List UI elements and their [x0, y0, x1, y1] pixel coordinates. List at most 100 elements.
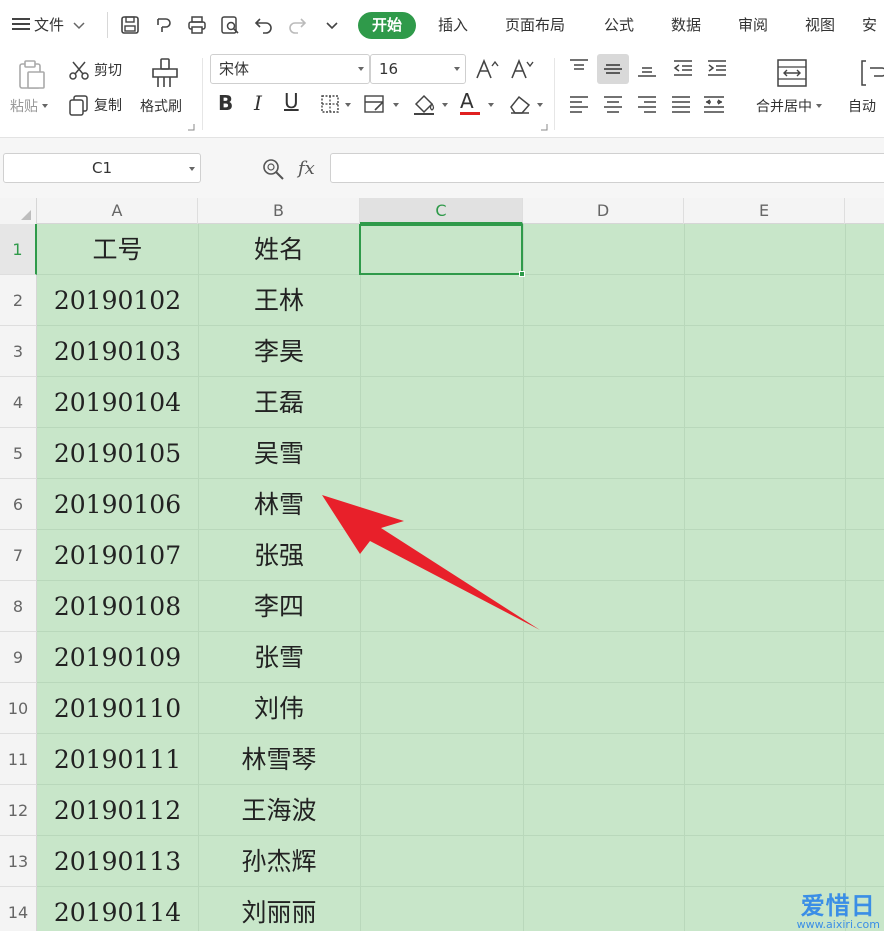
wrap-text-icon[interactable]: [858, 58, 884, 88]
cell-b4[interactable]: 王磊: [198, 377, 360, 428]
align-top-icon[interactable]: [568, 58, 590, 78]
cell-b5[interactable]: 吴雪: [198, 428, 360, 479]
cell-b11[interactable]: 林雪琴: [198, 734, 360, 785]
cell-b13[interactable]: 孙杰辉: [198, 836, 360, 887]
cell-a12[interactable]: 20190112: [37, 785, 198, 836]
cell-b9[interactable]: 张雪: [198, 632, 360, 683]
format-painter-button[interactable]: 格式刷: [140, 98, 182, 116]
cell-a8[interactable]: 20190108: [37, 581, 198, 632]
tab-page-layout[interactable]: 页面布局: [505, 15, 565, 35]
chevron-down-icon[interactable]: [442, 103, 448, 107]
row-header-12[interactable]: 12: [0, 785, 37, 836]
paste-icon[interactable]: [15, 58, 47, 90]
align-center-icon[interactable]: [602, 94, 624, 114]
insert-function-button[interactable]: fx: [298, 158, 315, 179]
align-right-icon[interactable]: [636, 94, 658, 114]
fill-color-icon[interactable]: [412, 92, 438, 116]
row-header-2[interactable]: 2: [0, 275, 37, 326]
cell-b14[interactable]: 刘丽丽: [198, 887, 360, 931]
row-header-4[interactable]: 4: [0, 377, 37, 428]
row-header-6[interactable]: 6: [0, 479, 37, 530]
tab-start[interactable]: 开始: [358, 12, 416, 39]
dialog-launcher-icon[interactable]: [188, 124, 195, 131]
save-icon[interactable]: [120, 15, 140, 35]
undo-icon[interactable]: [254, 15, 274, 35]
increase-font-size-icon[interactable]: [475, 58, 499, 80]
tab-data[interactable]: 数据: [671, 15, 701, 35]
copy-button[interactable]: 复制: [94, 97, 122, 115]
row-header-5[interactable]: 5: [0, 428, 37, 479]
tab-insert[interactable]: 插入: [438, 15, 468, 35]
cell-b10[interactable]: 刘伟: [198, 683, 360, 734]
font-color-button[interactable]: A: [460, 90, 480, 115]
column-header-b[interactable]: B: [198, 198, 360, 224]
row-header-3[interactable]: 3: [0, 326, 37, 377]
cell-b6[interactable]: 林雪: [198, 479, 360, 530]
chevron-down-icon[interactable]: [537, 103, 543, 107]
auto-wrap-button[interactable]: 自动: [848, 98, 876, 116]
font-size-combo[interactable]: 16: [370, 54, 466, 84]
font-name-combo[interactable]: 宋体: [210, 54, 370, 84]
chevron-down-icon[interactable]: [345, 103, 351, 107]
cell-a14[interactable]: 20190114: [37, 887, 198, 931]
row-header-7[interactable]: 7: [0, 530, 37, 581]
align-middle-button[interactable]: [597, 54, 629, 84]
preview-icon[interactable]: [220, 15, 240, 35]
cell-b3[interactable]: 李昊: [198, 326, 360, 377]
column-header-a[interactable]: A: [37, 198, 198, 224]
cell-a10[interactable]: 20190110: [37, 683, 198, 734]
underline-button[interactable]: U: [284, 90, 299, 112]
formula-input[interactable]: [330, 153, 884, 183]
cell-b1[interactable]: 姓名: [198, 224, 360, 275]
column-header-d[interactable]: D: [523, 198, 684, 224]
print-icon[interactable]: [187, 15, 207, 35]
increase-indent-icon[interactable]: [706, 58, 728, 78]
cell-a13[interactable]: 20190113: [37, 836, 198, 887]
decrease-font-size-icon[interactable]: [510, 58, 534, 80]
row-header-1[interactable]: 1: [0, 224, 37, 275]
merge-center-button[interactable]: 合并居中: [756, 98, 822, 116]
cell-b7[interactable]: 张强: [198, 530, 360, 581]
tab-formulas[interactable]: 公式: [604, 15, 634, 35]
quick-access-dropdown-icon[interactable]: [322, 15, 342, 35]
column-header-e[interactable]: E: [684, 198, 845, 224]
align-left-icon[interactable]: [568, 94, 590, 114]
cell-a3[interactable]: 20190103: [37, 326, 198, 377]
distributed-align-icon[interactable]: [702, 94, 726, 114]
cell-a2[interactable]: 20190102: [37, 275, 198, 326]
file-menu[interactable]: 文件: [12, 15, 85, 35]
row-header-13[interactable]: 13: [0, 836, 37, 887]
decrease-indent-icon[interactable]: [672, 58, 694, 78]
tab-view[interactable]: 视图: [805, 15, 835, 35]
borders-icon[interactable]: [320, 94, 340, 114]
tab-security[interactable]: 安: [862, 15, 877, 35]
format-painter-icon[interactable]: [150, 57, 180, 89]
cell-b2[interactable]: 王林: [198, 275, 360, 326]
row-header-14[interactable]: 14: [0, 887, 37, 931]
select-all-corner[interactable]: [0, 198, 37, 224]
cell-style-icon[interactable]: [363, 94, 387, 114]
cell-a1[interactable]: 工号: [37, 224, 198, 275]
fill-handle[interactable]: [519, 271, 525, 277]
cell-a6[interactable]: 20190106: [37, 479, 198, 530]
row-header-11[interactable]: 11: [0, 734, 37, 785]
cell-b12[interactable]: 王海波: [198, 785, 360, 836]
tab-review[interactable]: 审阅: [738, 15, 768, 35]
cell-a4[interactable]: 20190104: [37, 377, 198, 428]
row-header-9[interactable]: 9: [0, 632, 37, 683]
merge-center-icon[interactable]: [776, 58, 808, 88]
name-box[interactable]: C1: [3, 153, 201, 183]
cell-b8[interactable]: 李四: [198, 581, 360, 632]
italic-button[interactable]: I: [254, 92, 262, 114]
scissors-icon[interactable]: [68, 59, 90, 81]
chevron-down-icon[interactable]: [393, 103, 399, 107]
column-header-c[interactable]: C: [360, 198, 523, 224]
cell-a7[interactable]: 20190107: [37, 530, 198, 581]
copy-icon[interactable]: [68, 94, 90, 116]
row-header-10[interactable]: 10: [0, 683, 37, 734]
active-cell-c1[interactable]: [359, 224, 525, 277]
justify-icon[interactable]: [670, 94, 692, 114]
cut-button[interactable]: 剪切: [94, 62, 122, 80]
bold-button[interactable]: B: [218, 92, 233, 114]
print-preview-share-icon[interactable]: [154, 15, 174, 35]
